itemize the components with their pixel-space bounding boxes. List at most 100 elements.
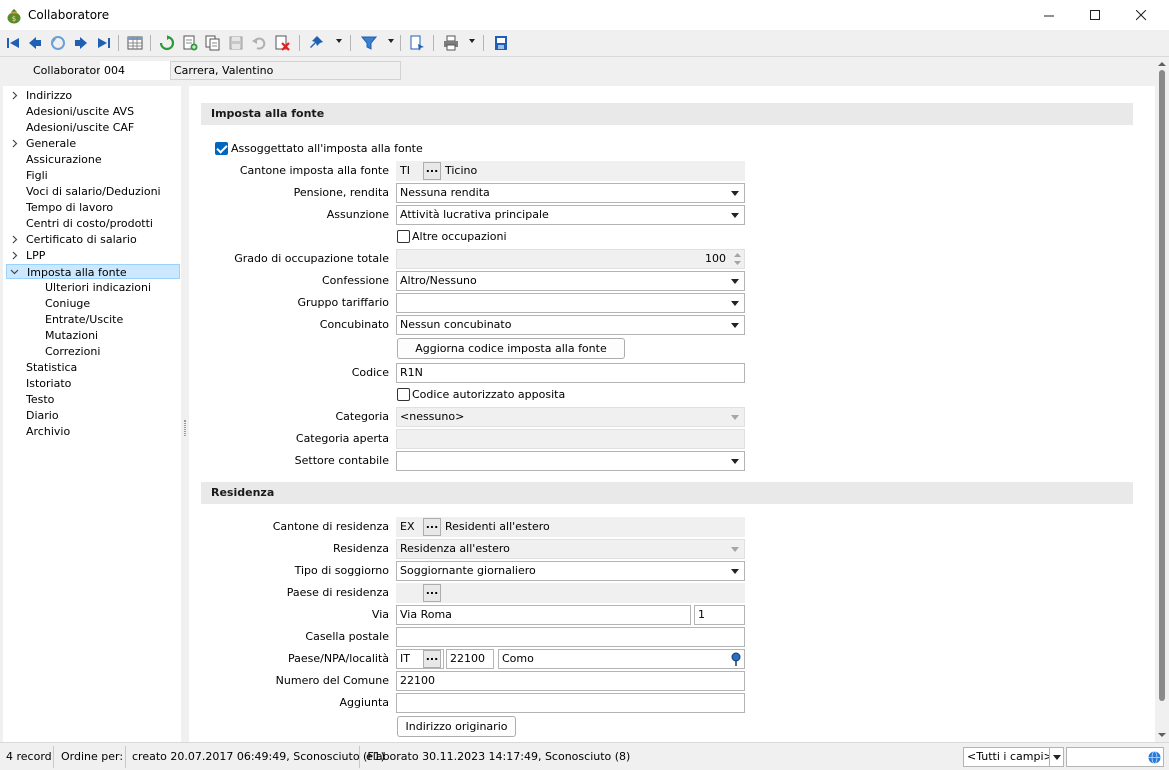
filter-icon[interactable] [359,33,379,53]
minimize-icon[interactable] [1026,0,1072,30]
first-record-icon[interactable] [3,33,23,53]
codice-label: Codice [351,366,389,379]
chevron-down-icon[interactable] [727,295,743,311]
campi-dropdown-button[interactable] [1049,747,1064,767]
pin-icon[interactable] [306,33,326,53]
close-icon[interactable] [1118,0,1164,30]
tree-item[interactable]: Centri di costo/prodotti [26,216,153,231]
maximize-icon[interactable] [1072,0,1118,30]
aggiorna-codice-button[interactable]: Aggiorna codice imposta alla fonte [397,338,625,359]
chevron-down-icon[interactable] [727,207,743,223]
tree-item[interactable]: Archivio [26,424,70,439]
chevron-down-icon[interactable] [10,267,19,276]
chevron-down-icon[interactable] [727,317,743,333]
pin-dropdown-icon[interactable] [336,39,342,43]
tree-item[interactable]: Indirizzo [26,88,72,103]
tree-item[interactable]: Adesioni/uscite AVS [26,104,134,119]
assoggettato-checkbox[interactable] [215,142,228,155]
npa-city-field[interactable]: Como [498,649,745,669]
save-icon[interactable] [226,33,246,53]
tree-item-label: Figli [26,169,48,182]
save-layout-icon[interactable] [491,33,511,53]
collaboratore-code-field[interactable]: 004 [100,61,170,80]
scroll-up-icon[interactable] [1158,61,1166,67]
scroll-down-icon[interactable] [1158,732,1166,738]
chevron-down-icon[interactable] [727,273,743,289]
via-number-field[interactable]: 1 [694,605,745,625]
filter-dropdown-icon[interactable] [388,39,394,43]
print-icon[interactable] [441,33,461,53]
cantone-imposta-lookup-button[interactable]: ... [423,162,441,180]
grado-spinner-icon[interactable] [732,250,743,268]
tree-item[interactable]: Figli [26,168,48,183]
tree-item[interactable]: Correzioni [45,344,100,359]
categoria-aperta-field [396,429,745,449]
codice-field[interactable]: R1N [396,363,745,383]
confessione-select[interactable]: Altro/Nessuno [396,271,745,291]
tree-item[interactable]: Istoriato [26,376,71,391]
toolbar-separator [433,35,434,51]
undo-nav-icon[interactable] [48,33,68,53]
splitter-handle[interactable] [181,86,189,742]
tree-item[interactable]: Assicurazione [26,152,102,167]
casella-field[interactable] [396,627,745,647]
tree-item[interactable]: Testo [26,392,54,407]
aggiunta-field[interactable] [396,693,745,713]
tree-item[interactable]: Imposta alla fonte [6,264,180,279]
tree-item[interactable]: Generale [26,136,76,151]
chevron-right-icon[interactable] [10,139,19,148]
soggiorno-select[interactable]: Soggiornante giornaliero [396,561,745,581]
tree-item[interactable]: Entrate/Uscite [45,312,123,327]
tree-item[interactable]: LPP [26,248,45,263]
scroll-thumb[interactable] [1159,70,1165,701]
indirizzo-originario-button[interactable]: Indirizzo originario [397,716,516,737]
npa-zip-field[interactable]: 22100 [446,649,494,669]
chevron-down-icon[interactable] [727,185,743,201]
tree-item[interactable]: Certificato di salario [26,232,137,247]
copy-record-icon[interactable] [203,33,223,53]
tree-item-label: Testo [26,393,55,406]
chevron-down-icon[interactable] [727,563,743,579]
comune-field[interactable]: 22100 [396,671,745,691]
vertical-scrollbar[interactable] [1155,58,1169,742]
table-view-icon[interactable] [125,33,145,53]
chevron-right-icon[interactable] [10,251,19,260]
new-record-icon[interactable] [180,33,200,53]
delete-icon[interactable] [272,33,292,53]
pensione-select[interactable]: Nessuna rendita [396,183,745,203]
undo-icon[interactable] [249,33,269,53]
tree-item[interactable]: Statistica [26,360,77,375]
map-pin-icon[interactable] [730,652,742,666]
cantone-residenza-lookup-button[interactable]: ... [423,518,441,536]
codice-autorizzato-checkbox[interactable] [397,388,410,401]
chevron-down-icon[interactable] [727,453,743,469]
chevron-right-icon[interactable] [10,91,19,100]
tree-item[interactable]: Mutazioni [45,328,98,343]
chevron-right-icon[interactable] [10,235,19,244]
next-record-icon[interactable] [71,33,91,53]
tree-item[interactable]: Coniuge [45,296,90,311]
chevron-down-icon[interactable] [1050,749,1063,765]
gruppo-select[interactable] [396,293,745,313]
campi-select[interactable]: <Tutti i campi> [963,747,1051,767]
tree-item[interactable]: Ulteriori indicazioni [45,280,151,295]
tree-item[interactable]: Voci di salario/Deduzioni [26,184,161,199]
refresh-icon[interactable] [157,33,177,53]
settore-select[interactable] [396,451,745,471]
altre-occupazioni-label: Altre occupazioni [412,230,507,243]
report-icon[interactable] [407,33,427,53]
print-dropdown-icon[interactable] [469,39,475,43]
cantone-residenza-label: Cantone di residenza [272,520,389,533]
altre-occupazioni-checkbox[interactable] [397,230,410,243]
globe-search-icon[interactable] [1148,751,1161,764]
tree-item[interactable]: Tempo di lavoro [26,200,113,215]
assunzione-select[interactable]: Attività lucrativa principale [396,205,745,225]
concubinato-select[interactable]: Nessun concubinato [396,315,745,335]
prev-record-icon[interactable] [25,33,45,53]
tree-item[interactable]: Adesioni/uscite CAF [26,120,134,135]
npa-country-lookup-button[interactable]: ... [423,650,441,668]
via-field[interactable]: Via Roma [396,605,691,625]
paese-residenza-lookup-button[interactable]: ... [423,584,441,602]
tree-item[interactable]: Diario [26,408,59,423]
last-record-icon[interactable] [94,33,114,53]
